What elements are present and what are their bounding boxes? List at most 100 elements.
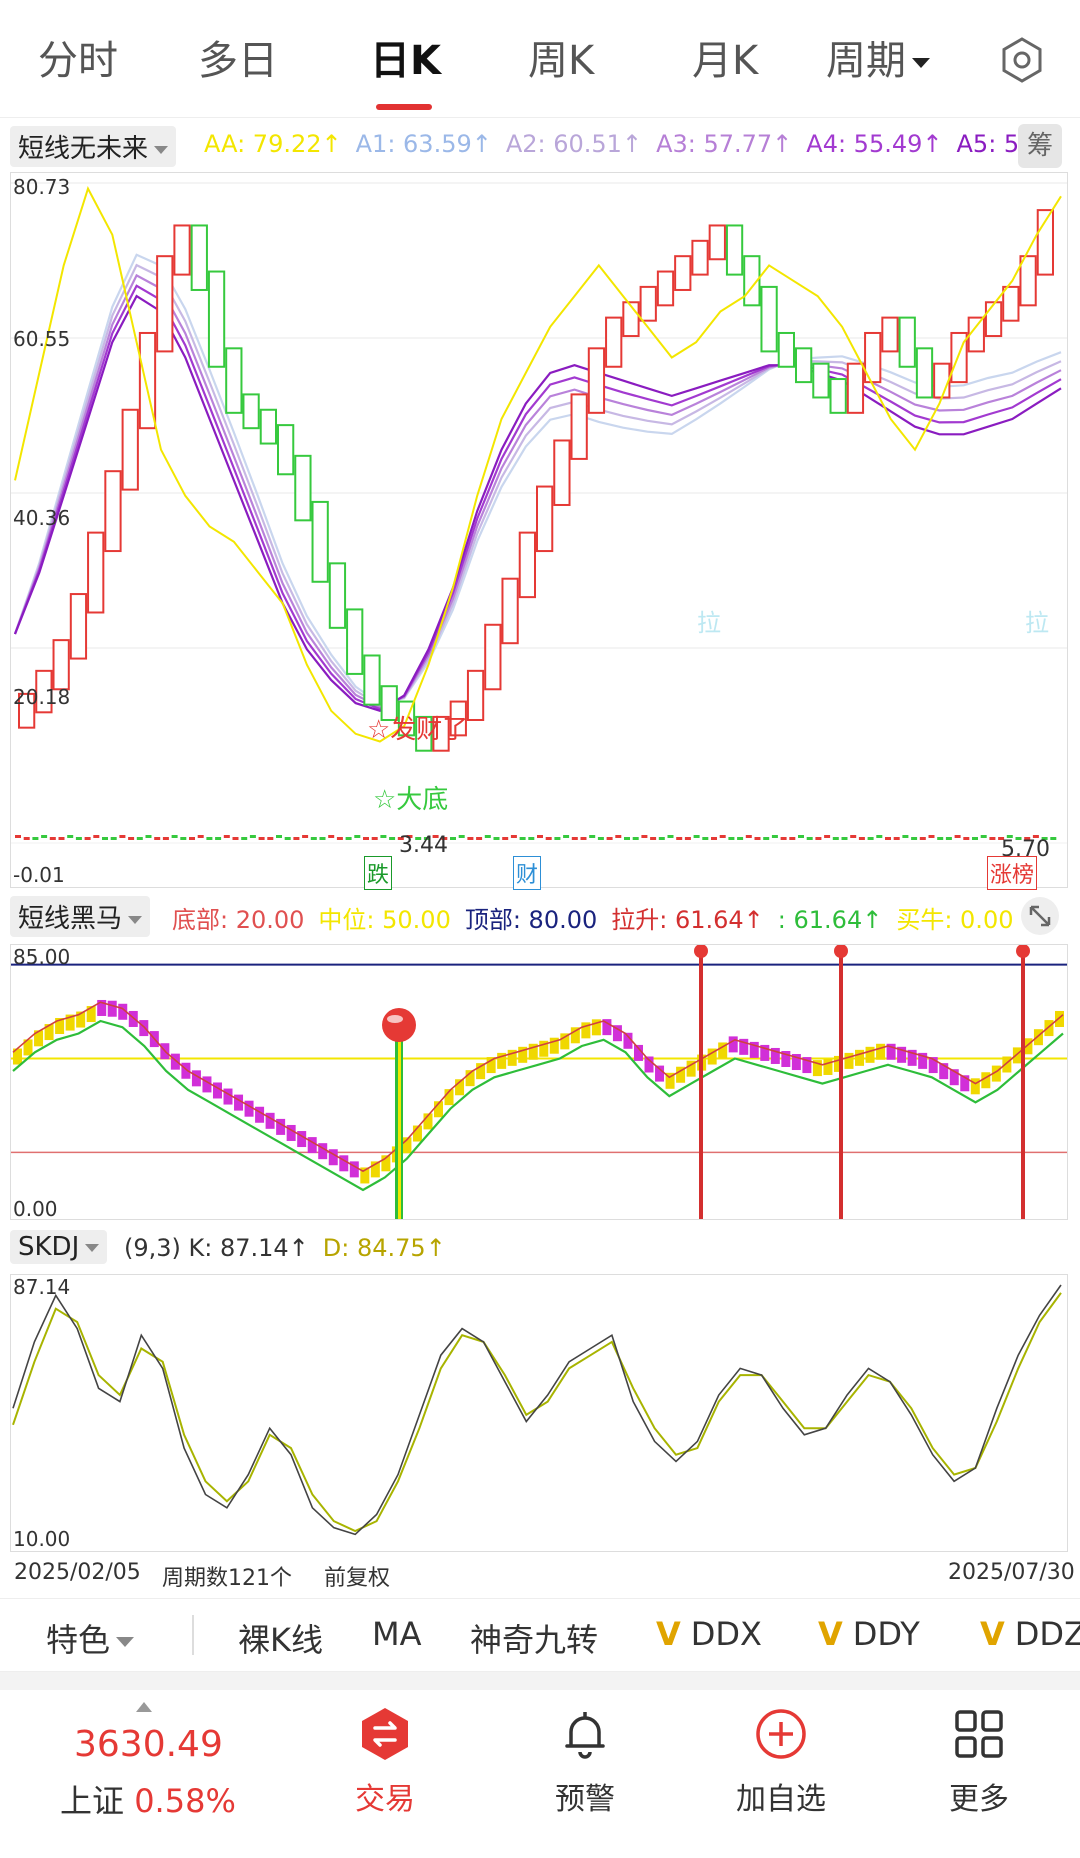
y-tick-top: 80.73	[13, 175, 71, 199]
candle	[553, 439, 571, 506]
volume-bar	[858, 837, 865, 840]
heima-bar	[128, 1010, 138, 1027]
candle	[466, 669, 485, 721]
volume-bar	[502, 837, 509, 840]
chip-distribution-button[interactable]: 筹	[1018, 124, 1062, 168]
volume-bar	[1050, 837, 1057, 840]
volume-bar	[615, 835, 622, 838]
feature-dropdown[interactable]: 特色	[46, 1615, 135, 1661]
candle	[915, 347, 934, 399]
candle	[52, 639, 70, 691]
heima-param-1: 中位: 50.00	[318, 906, 451, 932]
tab-rik[interactable]: 日K	[370, 28, 441, 86]
toolbar-naked-kline[interactable]: 裸K线	[238, 1615, 323, 1661]
toolbar-divider	[192, 1615, 194, 1655]
volume-bar	[15, 835, 21, 838]
toolbar-ma[interactable]: MA	[372, 1615, 422, 1653]
nav-trade[interactable]: 交易	[310, 1706, 460, 1818]
heima-chart-pane[interactable]: 85.00 0.00	[10, 944, 1068, 1221]
candle	[812, 362, 830, 399]
expand-up-icon[interactable]	[136, 1702, 152, 1712]
v-mark-icon: V	[980, 1615, 1005, 1653]
main-chart-pane[interactable]: 80.73 60.55 40.36 20.18 -0.01 ☆发财了 ☆大底 拉…	[10, 172, 1068, 890]
volume-bar	[963, 837, 970, 840]
nav-more[interactable]: 更多	[904, 1706, 1054, 1818]
volume-bar	[145, 835, 152, 838]
skdj-param-0: (9,3) K: 87.14↑	[124, 1234, 309, 1262]
heima-param-2: 顶部: 80.00	[464, 906, 598, 932]
index-value[interactable]: 3630.49	[74, 1724, 223, 1765]
skdj-chart-pane[interactable]: 87.14 10.00	[10, 1274, 1068, 1552]
candle	[225, 347, 243, 414]
expand-icon[interactable]	[1020, 896, 1060, 936]
sell-signal-dot	[1016, 945, 1030, 958]
volume-bar	[658, 837, 665, 840]
volume-bar	[510, 835, 517, 838]
volume-bar	[241, 837, 248, 840]
tab-zhouk[interactable]: 周K	[528, 28, 594, 86]
volume-bar	[493, 837, 500, 840]
main-indicator-select[interactable]: 短线无未来	[10, 126, 177, 167]
volume-bar	[832, 837, 839, 840]
heima-bar	[844, 1052, 854, 1069]
volume-bar	[267, 837, 274, 840]
v-mark-icon: V	[818, 1615, 843, 1653]
candle	[984, 301, 1003, 338]
index-info[interactable]: 上证 0.58%	[60, 1776, 236, 1822]
tab-zhouqi-dropdown[interactable]: 周期	[826, 28, 930, 86]
y-tick-4: 20.18	[13, 685, 71, 709]
settings-gear-icon[interactable]	[998, 36, 1046, 84]
toolbar-ddx[interactable]: V DDX	[656, 1615, 762, 1653]
volume-bar	[624, 837, 630, 840]
volume-bar	[711, 837, 717, 840]
candle	[259, 408, 278, 445]
volume-bar	[597, 837, 604, 840]
candle	[363, 654, 381, 706]
main-param-3: A3: 57.77↑	[656, 130, 793, 158]
main-param-5: A5: 53.7	[956, 130, 1021, 158]
heima-bar	[1002, 1056, 1012, 1073]
period-count: 周期数121个	[162, 1566, 292, 1591]
volume-bar	[93, 835, 100, 838]
volume-bar	[893, 837, 900, 840]
adjust-mode: 前复权	[324, 1566, 391, 1591]
ball-highlight	[387, 1015, 403, 1023]
skdj-chart[interactable]	[11, 1275, 1067, 1551]
volume-bar	[67, 835, 74, 838]
volume-bar	[319, 837, 326, 840]
tab-fenshi[interactable]: 分时	[38, 28, 118, 86]
volume-bar	[954, 835, 961, 838]
volume-bar	[676, 837, 683, 840]
toolbar-ddy[interactable]: V DDY	[818, 1615, 920, 1653]
volume-bar	[75, 837, 82, 840]
main-param-1: A1: 63.59↑	[355, 130, 492, 158]
kline-chart[interactable]	[11, 173, 1067, 887]
main-param-0: AA: 79.22↑	[204, 130, 342, 158]
nav-add-watchlist[interactable]: 加自选	[706, 1706, 856, 1818]
tab-yuek[interactable]: 月K	[692, 28, 758, 86]
toolbar-ddz[interactable]: V DDZ	[980, 1615, 1080, 1653]
candle	[121, 408, 139, 491]
active-tab-indicator	[376, 104, 432, 110]
volume-bar	[119, 835, 126, 838]
candle	[484, 623, 502, 691]
volume-bar	[563, 835, 570, 838]
volume-bar	[389, 837, 396, 840]
skdj-indicator-select[interactable]: SKDJ	[10, 1230, 108, 1264]
candle	[311, 500, 329, 583]
volume-bar	[58, 837, 65, 840]
heima-chart[interactable]	[11, 945, 1067, 1219]
toolbar-magic-nine[interactable]: 神奇九转	[470, 1615, 598, 1661]
heima-bar	[276, 1118, 286, 1135]
candle	[328, 562, 347, 629]
heima-y-top: 85.00	[13, 945, 71, 969]
main-param-2: A2: 60.51↑	[505, 130, 643, 158]
tab-duori[interactable]: 多日	[198, 28, 278, 86]
volume-bar	[745, 835, 752, 838]
heima-indicator-select[interactable]: 短线黑马	[10, 896, 151, 937]
volume-bar	[84, 837, 91, 840]
bottom-nav: 3630.49 上证 0.58% 交易 预警 加自选 更多	[0, 1690, 1080, 1858]
nav-alert[interactable]: 预警	[510, 1706, 660, 1818]
volume-bar	[684, 837, 691, 840]
candle	[760, 285, 778, 353]
